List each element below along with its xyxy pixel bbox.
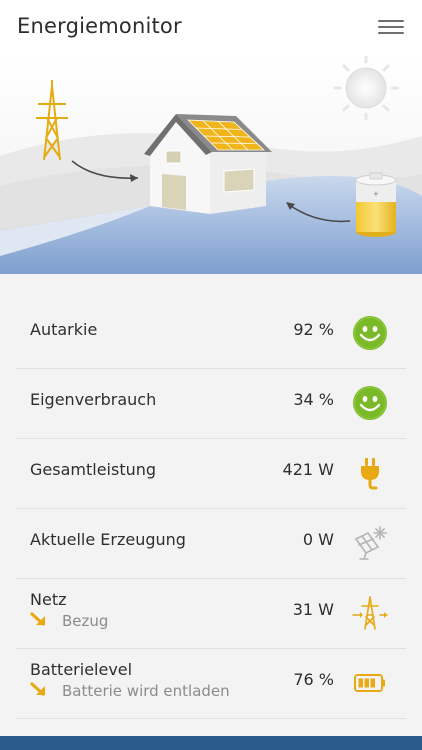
energy-metrics-list: Autarkie 92 % Eigenverbrauch 34 % Gesamt… bbox=[0, 274, 422, 750]
solar-panel-icon bbox=[354, 526, 387, 560]
bottom-bar bbox=[0, 736, 422, 750]
energy-flow-illustration: + bbox=[0, 56, 422, 274]
row-value: 92 % bbox=[293, 320, 334, 339]
row-label: Netz bbox=[30, 590, 67, 609]
smiley-icon bbox=[353, 316, 387, 350]
hamburger-icon-line bbox=[378, 32, 404, 34]
app-header: Energiemonitor bbox=[0, 0, 422, 56]
row-sublabel: Batterie wird entladen bbox=[30, 682, 230, 700]
row-label: Eigenverbrauch bbox=[30, 390, 157, 409]
arrow-down-right-icon bbox=[30, 612, 46, 627]
row-label: Autarkie bbox=[30, 320, 98, 339]
row-sublabel: Bezug bbox=[30, 612, 108, 630]
arrow-down-right-icon bbox=[30, 682, 46, 697]
power-pylon-icon bbox=[352, 596, 388, 630]
battery-illustration: + bbox=[355, 172, 397, 237]
hamburger-icon bbox=[378, 20, 404, 22]
smiley-icon bbox=[353, 386, 387, 420]
list-item-aktuelle-erzeugung[interactable]: Aktuelle Erzeugung 0 W bbox=[16, 508, 406, 579]
list-item-autarkie[interactable]: Autarkie 92 % bbox=[16, 298, 406, 369]
plug-icon bbox=[361, 458, 379, 490]
battery-icon bbox=[354, 674, 385, 692]
row-label: Batterielevel bbox=[30, 660, 133, 679]
hamburger-icon-line bbox=[378, 26, 404, 28]
row-value: 76 % bbox=[293, 670, 334, 689]
row-label: Gesamtleistung bbox=[30, 460, 157, 479]
row-label: Aktuelle Erzeugung bbox=[30, 530, 186, 549]
netz-status: Bezug bbox=[62, 612, 109, 630]
row-value: 31 W bbox=[292, 600, 334, 619]
row-value: 0 W bbox=[302, 530, 334, 549]
list-item-netz[interactable]: Netz Bezug 31 W bbox=[16, 578, 406, 649]
page-title: Energiemonitor bbox=[17, 14, 182, 38]
list-item-batterielevel[interactable]: Batterielevel Batterie wird entladen 76 … bbox=[16, 648, 406, 719]
row-value: 421 W bbox=[282, 460, 334, 479]
row-value: 34 % bbox=[293, 390, 334, 409]
battery-status: Batterie wird entladen bbox=[62, 682, 230, 700]
menu-button[interactable] bbox=[376, 18, 406, 38]
list-item-gesamtleistung[interactable]: Gesamtleistung 421 W bbox=[16, 438, 406, 509]
svg-text:+: + bbox=[373, 190, 379, 198]
list-item-eigenverbrauch[interactable]: Eigenverbrauch 34 % bbox=[16, 368, 406, 439]
